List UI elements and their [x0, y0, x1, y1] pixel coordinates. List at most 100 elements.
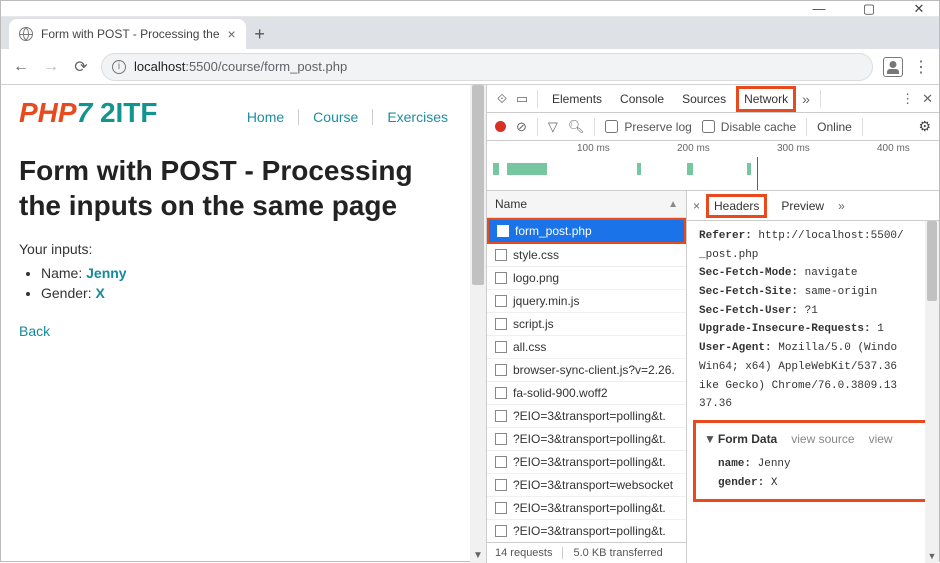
tab-console[interactable]: Console — [612, 86, 672, 112]
clear-icon[interactable]: ⊘ — [516, 119, 527, 135]
more-detail-tabs-icon[interactable]: » — [838, 199, 845, 213]
list-item: Gender: X — [41, 285, 468, 301]
file-icon — [495, 502, 507, 514]
request-row[interactable]: ?EIO=3&transport=polling&t. — [487, 428, 686, 451]
close-detail-icon[interactable]: × — [693, 199, 700, 213]
divider — [820, 90, 821, 108]
chevron-up-icon: ▲ — [668, 199, 678, 210]
back-link[interactable]: Back — [19, 323, 50, 339]
device-toggle-icon[interactable]: ▭ — [513, 91, 531, 107]
inspect-icon[interactable]: ⟐ — [493, 91, 511, 107]
tab-network[interactable]: Network — [736, 86, 796, 112]
address-bar[interactable]: i localhost:5500/course/form_post.php — [101, 53, 873, 81]
divider — [537, 118, 538, 136]
request-list: Name▲ form_post.phpstyle.csslogo.pngjque… — [487, 191, 687, 563]
new-tab-button[interactable]: + — [246, 24, 274, 49]
network-timeline[interactable]: 100 ms 200 ms 300 ms 400 ms — [487, 141, 939, 191]
close-tab-icon[interactable]: × — [228, 26, 236, 42]
inputs-label: Your inputs: — [19, 241, 468, 257]
request-row[interactable]: ?EIO=3&transport=polling&t. — [487, 520, 686, 542]
header-line: Win64; x64) AppleWebKit/537.36 — [699, 358, 935, 377]
devtools-close-icon[interactable]: ✕ — [922, 91, 933, 107]
profile-icon[interactable] — [883, 57, 903, 77]
list-item: Name: Jenny — [41, 265, 468, 281]
menu-icon[interactable]: ⋮ — [913, 57, 929, 77]
browser-tab[interactable]: Form with POST - Processing the × — [9, 19, 246, 49]
search-icon[interactable]: 🔍︎ — [568, 119, 585, 135]
disable-cache-checkbox[interactable]: Disable cache — [702, 120, 796, 134]
detail-tabs: × Headers Preview » — [687, 191, 939, 221]
network-toolbar: ⊘ ▽ 🔍︎ Preserve log Disable cache Online… — [487, 113, 939, 141]
timeline-tick: 100 ms — [577, 143, 610, 154]
request-row[interactable]: jquery.min.js — [487, 290, 686, 313]
header-line: Upgrade-Insecure-Requests: 1 — [699, 320, 935, 339]
request-list-header[interactable]: Name▲ — [487, 191, 686, 218]
back-button[interactable]: ← — [11, 58, 31, 76]
nav-link-course[interactable]: Course — [313, 109, 358, 125]
detail-tab-preview[interactable]: Preview — [773, 194, 832, 218]
file-icon — [495, 249, 507, 261]
timeline-tick: 300 ms — [777, 143, 810, 154]
form-data-item: name: Jenny — [704, 455, 918, 474]
page-title: Form with POST - Processing the inputs o… — [19, 153, 468, 223]
site-nav: Home Course Exercises — [247, 109, 448, 125]
scrollbar[interactable]: ▲ ▼ — [925, 221, 939, 563]
file-icon — [495, 525, 507, 537]
nav-link-exercises[interactable]: Exercises — [387, 109, 448, 125]
file-icon — [495, 295, 507, 307]
header-line: Sec-Fetch-User: ?1 — [699, 302, 935, 321]
request-row[interactable]: ?EIO=3&transport=polling&t. — [487, 497, 686, 520]
devtools-menu-icon[interactable]: ⋮ — [901, 91, 914, 107]
file-icon — [495, 272, 507, 284]
maximize-icon[interactable]: ▢ — [855, 2, 883, 15]
header-line: User-Agent: Mozilla/5.0 (Windo — [699, 339, 935, 358]
scroll-down-icon[interactable]: ▼ — [470, 550, 486, 561]
url-text: localhost:5500/course/form_post.php — [134, 59, 347, 74]
address-bar-row: ← → ⟳ i localhost:5500/course/form_post.… — [1, 49, 939, 85]
filter-icon[interactable]: ▽ — [548, 119, 558, 135]
scrollbar[interactable]: ▲ ▼ — [470, 85, 486, 563]
headers-content: Referer: http://localhost:5500/_post.php… — [687, 221, 939, 563]
request-list-footer: 14 requests 5.0 KB transferred — [487, 542, 686, 563]
close-window-icon[interactable]: ✕ — [905, 2, 933, 15]
detail-tab-headers[interactable]: Headers — [706, 194, 767, 218]
request-row[interactable]: ?EIO=3&transport=polling&t. — [487, 405, 686, 428]
file-icon — [495, 456, 507, 468]
devtools-tabbar: ⟐ ▭ Elements Console Sources Network » ⋮… — [487, 85, 939, 113]
file-icon — [495, 433, 507, 445]
header-line: Sec-Fetch-Site: same-origin — [699, 283, 935, 302]
request-row[interactable]: fa-solid-900.woff2 — [487, 382, 686, 405]
file-icon — [495, 479, 507, 491]
scroll-thumb[interactable] — [472, 85, 484, 285]
header-line: ike Gecko) Chrome/76.0.3809.13 — [699, 377, 935, 396]
forward-button[interactable]: → — [41, 58, 61, 76]
request-detail: × Headers Preview » Referer: http://loca… — [687, 191, 939, 563]
request-row[interactable]: browser-sync-client.js?v=2.26. — [487, 359, 686, 382]
record-icon[interactable] — [495, 121, 506, 132]
divider — [594, 118, 595, 136]
minimize-icon[interactable]: — — [805, 2, 833, 15]
request-row[interactable]: form_post.php — [487, 218, 686, 244]
request-row[interactable]: script.js — [487, 313, 686, 336]
file-icon — [495, 318, 507, 330]
site-info-icon[interactable]: i — [112, 60, 126, 74]
form-data-item: gender: X — [704, 474, 918, 493]
file-icon — [495, 387, 507, 399]
tab-sources[interactable]: Sources — [674, 86, 734, 112]
request-row[interactable]: all.css — [487, 336, 686, 359]
nav-link-home[interactable]: Home — [247, 109, 284, 125]
gear-icon[interactable]: ⚙ — [918, 118, 931, 135]
request-row[interactable]: ?EIO=3&transport=websocket — [487, 474, 686, 497]
request-row[interactable]: logo.png — [487, 267, 686, 290]
throttle-select[interactable]: Online — [817, 120, 852, 134]
tab-strip: Form with POST - Processing the × + — [1, 17, 939, 49]
request-row[interactable]: style.css — [487, 244, 686, 267]
scroll-thumb[interactable] — [927, 221, 937, 301]
inputs-list: Name: Jenny Gender: X — [19, 265, 468, 301]
tab-elements[interactable]: Elements — [544, 86, 610, 112]
more-tabs-icon[interactable]: » — [798, 91, 814, 107]
reload-button[interactable]: ⟳ — [71, 57, 91, 77]
scroll-down-icon[interactable]: ▼ — [925, 551, 939, 561]
preserve-log-checkbox[interactable]: Preserve log — [605, 120, 691, 134]
request-row[interactable]: ?EIO=3&transport=polling&t. — [487, 451, 686, 474]
